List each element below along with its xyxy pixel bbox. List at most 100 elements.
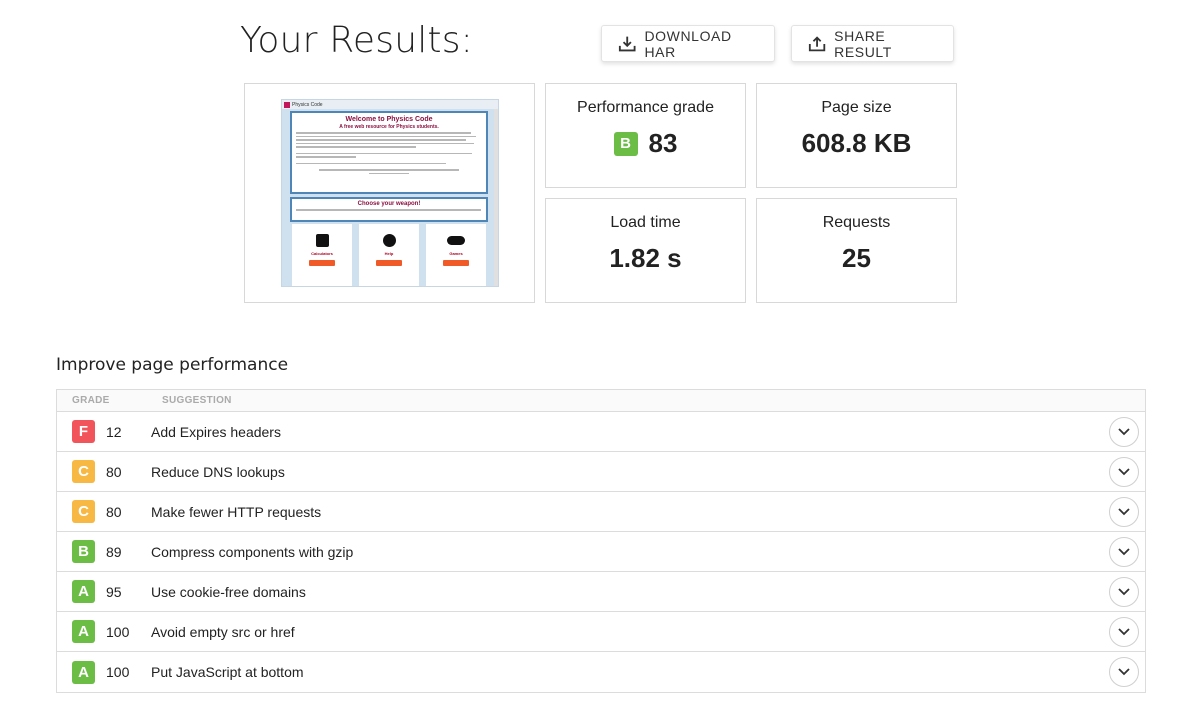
download-icon — [618, 36, 636, 51]
grade-score: 12 — [106, 423, 122, 440]
grade-badge: C — [72, 460, 95, 483]
chevron-down-icon — [1118, 428, 1130, 436]
page-screenshot: Physics Code Welcome to Physics Code A f… — [281, 99, 499, 287]
table-row[interactable]: A 95 Use cookie-free domains — [57, 572, 1145, 612]
performance-score: 83 — [648, 128, 678, 158]
info-icon — [382, 234, 396, 247]
screenshot-col-games: Games — [449, 251, 463, 256]
grade-score: 100 — [106, 664, 130, 680]
page-size-card: Page size 608.8 KB — [756, 83, 957, 188]
screenshot-games-button — [443, 260, 469, 266]
suggestion-text: Compress components with gzip — [151, 543, 354, 560]
screenshot-col-calculators: Calculators — [311, 251, 333, 256]
screenshot-tab-bar: Physics Code — [282, 100, 498, 109]
suggestion-text: Make fewer HTTP requests — [151, 503, 322, 520]
download-har-label: DOWNLOAD HAR — [644, 27, 732, 60]
grade-score: 80 — [106, 463, 122, 480]
grade-badge: F — [72, 420, 95, 443]
expand-row-button[interactable] — [1109, 617, 1139, 647]
chevron-down-icon — [1118, 628, 1130, 636]
grade-score: 80 — [106, 503, 122, 520]
share-result-label: SHARE RESULT — [834, 27, 892, 60]
gamepad-icon — [447, 236, 465, 245]
performance-grade-label: Performance grade — [577, 99, 714, 116]
load-time-label: Load time — [610, 214, 681, 231]
suggestion-text: Put JavaScript at bottom — [151, 664, 304, 680]
expand-row-button[interactable] — [1109, 537, 1139, 567]
load-time-card: Load time 1.82 s — [545, 198, 746, 303]
grade-score: 89 — [106, 543, 122, 560]
chevron-down-icon — [1118, 468, 1130, 476]
screenshot-weapon-panel: Choose your weapon! — [290, 197, 488, 222]
screenshot-help-column: Help — [359, 224, 419, 286]
suggestions-table: GRADE SUGGESTION F 12 Add Expires headers C… — [56, 389, 1146, 693]
performance-grade-badge: B — [613, 131, 638, 156]
screenshot-welcome-panel: Welcome to Physics Code A free web resou… — [290, 111, 488, 194]
screenshot-help-button — [376, 260, 402, 266]
expand-row-button[interactable] — [1109, 657, 1139, 687]
table-row[interactable]: A 100 Put JavaScript at bottom — [57, 652, 1145, 692]
grade-badge: B — [72, 540, 95, 563]
screenshot-text-line — [296, 209, 481, 211]
expand-row-button[interactable] — [1109, 497, 1139, 527]
grade-badge: A — [72, 580, 95, 603]
share-result-button[interactable]: SHARE RESULT — [791, 25, 954, 62]
grade-score: 95 — [106, 583, 122, 600]
chevron-down-icon — [1118, 548, 1130, 556]
expand-row-button[interactable] — [1109, 417, 1139, 447]
requests-card: Requests 25 — [756, 198, 957, 303]
page-size-value: 608.8 KB — [801, 128, 912, 158]
grade-badge: C — [72, 500, 95, 523]
share-icon — [808, 35, 826, 51]
suggestion-text: Reduce DNS lookups — [151, 463, 285, 480]
screenshot-quote-line — [319, 169, 459, 171]
site-logo-icon — [284, 101, 290, 108]
screenshot-text-line — [296, 132, 471, 134]
chevron-down-icon — [1118, 668, 1130, 676]
suggestion-text: Use cookie-free domains — [151, 583, 306, 600]
suggestion-text: Avoid empty src or href — [151, 623, 295, 640]
screenshot-games-column: Games — [426, 224, 486, 286]
load-time-value: 1.82 s — [609, 243, 682, 273]
screenshot-text-line — [296, 146, 416, 148]
screenshot-text-line — [296, 135, 476, 137]
performance-grade-card: Performance grade B 83 — [545, 83, 746, 188]
screenshot-welcome-subtitle: A free web resource for Physics students… — [339, 124, 439, 130]
screenshot-text-line — [296, 139, 466, 141]
table-row[interactable]: C 80 Reduce DNS lookups — [57, 452, 1145, 492]
grade-score: 100 — [106, 623, 130, 640]
screenshot-text-line — [296, 162, 446, 164]
screenshot-tab-title: Physics Code — [292, 101, 323, 108]
calculator-icon — [315, 234, 329, 247]
screenshot-quote-line — [369, 172, 409, 174]
screenshot-text-line — [296, 156, 356, 158]
screenshot-text-line — [296, 142, 474, 144]
screenshot-welcome-title: Welcome to Physics Code — [345, 116, 433, 123]
expand-row-button[interactable] — [1109, 457, 1139, 487]
page-size-label: Page size — [821, 99, 892, 116]
suggestion-column-header: SUGGESTION — [162, 395, 232, 406]
table-row[interactable]: F 12 Add Expires headers — [57, 412, 1145, 452]
grade-badge: A — [72, 620, 95, 643]
screenshot-col-help: Help — [384, 251, 394, 256]
requests-label: Requests — [822, 214, 891, 231]
page-title: Your Results: — [240, 20, 474, 61]
screenshot-calculators-column: Calculators — [292, 224, 352, 286]
expand-row-button[interactable] — [1109, 577, 1139, 607]
suggestion-text: Add Expires headers — [151, 423, 281, 440]
table-row[interactable]: A 100 Avoid empty src or href — [57, 612, 1145, 652]
download-har-button[interactable]: DOWNLOAD HAR — [601, 25, 775, 62]
table-row[interactable]: B 89 Compress components with gzip — [57, 532, 1145, 572]
table-header: GRADE SUGGESTION — [57, 390, 1145, 412]
screenshot-calculators-button — [309, 260, 335, 266]
page-screenshot-card: Physics Code Welcome to Physics Code A f… — [244, 83, 535, 303]
chevron-down-icon — [1118, 588, 1130, 596]
improve-section-title: Improve page performance — [56, 355, 289, 375]
requests-value: 25 — [842, 243, 871, 273]
screenshot-text-line — [296, 152, 472, 154]
grade-column-header: GRADE — [72, 395, 110, 406]
screenshot-scrollbar — [494, 109, 498, 286]
chevron-down-icon — [1118, 508, 1130, 516]
table-row[interactable]: C 80 Make fewer HTTP requests — [57, 492, 1145, 532]
grade-badge: A — [72, 660, 95, 684]
